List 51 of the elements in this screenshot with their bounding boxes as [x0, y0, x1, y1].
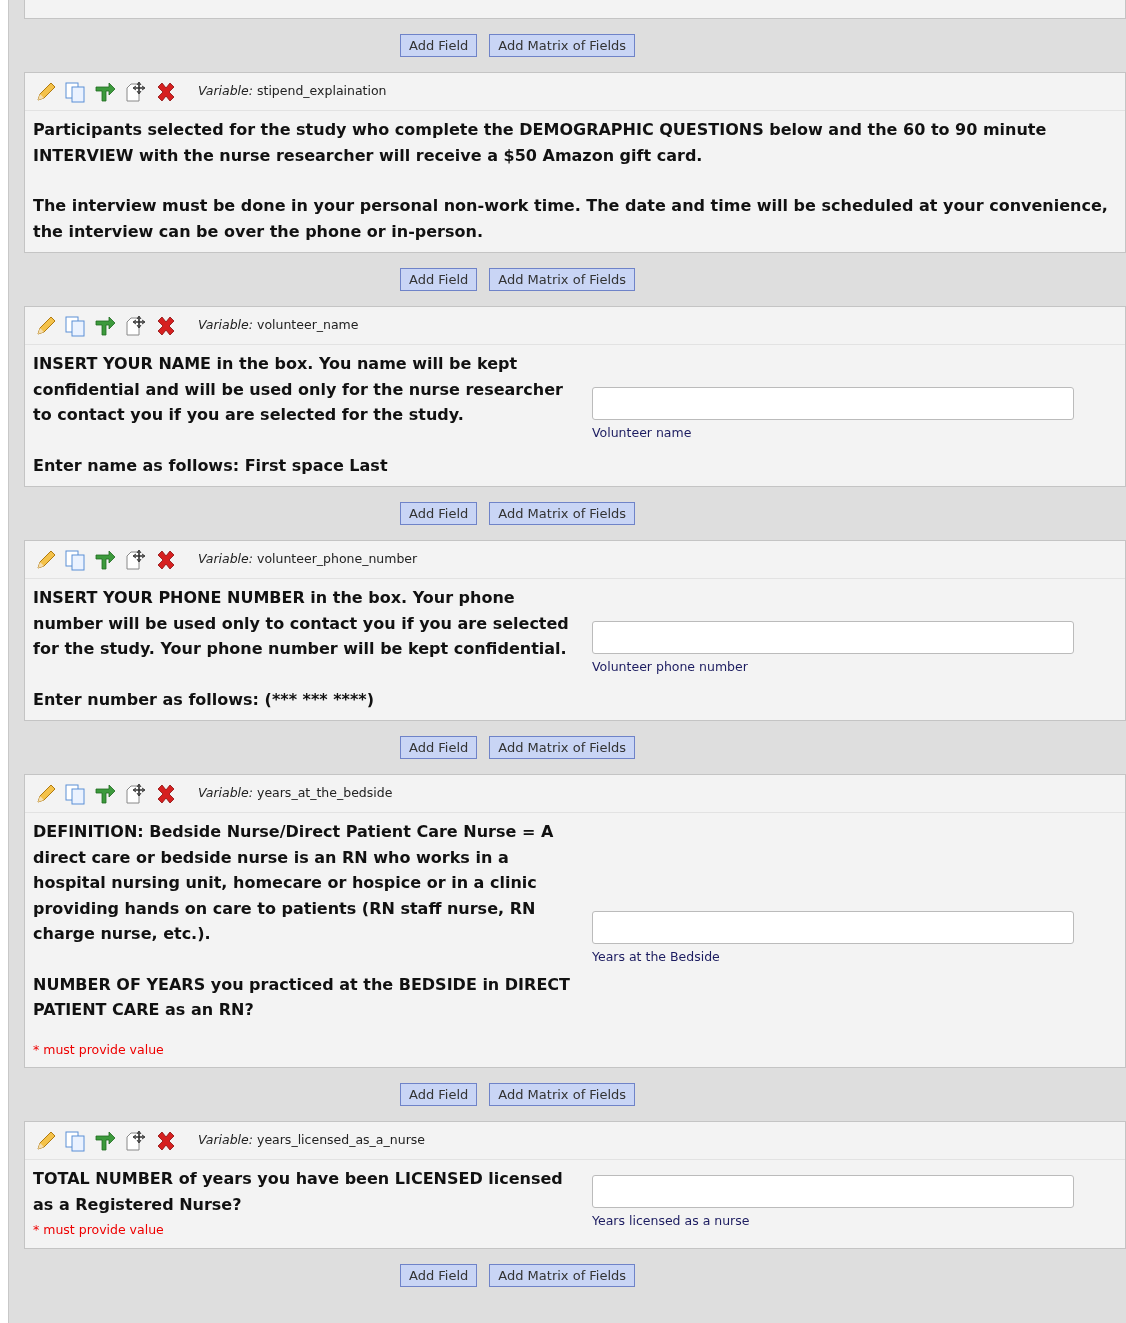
- variable-name: Variable: stipend_explaination: [198, 82, 387, 101]
- add-matrix-button[interactable]: Add Matrix of Fields: [489, 736, 636, 759]
- branching-arrow-icon[interactable]: [94, 1129, 116, 1152]
- branching-arrow-icon[interactable]: [94, 80, 116, 103]
- field-label: Enter number as follows: (*** *** ****): [33, 688, 375, 711]
- add-field-button[interactable]: Add Field: [400, 1264, 478, 1287]
- field-note: Volunteer name: [592, 423, 693, 442]
- move-icon[interactable]: [124, 314, 146, 337]
- add-field-button[interactable]: Add Field: [400, 502, 478, 525]
- field-label: NUMBER OF YEARS you practiced at the BEDSIDE in DIRECT PATIENT CARE as an RN?: [33, 973, 571, 1021]
- field-label: Enter name as follows: First space Last: [33, 454, 389, 477]
- add-field-button[interactable]: Add Field: [400, 268, 478, 291]
- required-note: * must provide value: [33, 1040, 165, 1059]
- field-label: TOTAL NUMBER of years you have been LICENSED licensed as a Registered Nurse?: [33, 1168, 564, 1216]
- field-label: Participants selected for the study who complete the DEMOGRAPHIC QUESTIONS below and the 60 to 90 minute INTERVIEW with the nurse researcher will receive a $50 Amazon gift card.: [33, 119, 1048, 167]
- add-field-button[interactable]: Add Field: [400, 1083, 478, 1107]
- edit-pencil-icon[interactable]: [34, 314, 56, 337]
- move-icon[interactable]: [124, 80, 146, 103]
- text-input-field[interactable]: [592, 386, 1074, 420]
- variable-name: Variable: volunteer_phone_number: [198, 550, 418, 569]
- edit-pencil-icon[interactable]: [34, 1129, 56, 1152]
- add-field-button[interactable]: Add Field: [400, 736, 478, 759]
- move-icon[interactable]: [124, 782, 146, 805]
- field-note: Years licensed as a nurse: [592, 1212, 751, 1231]
- variable-name: Variable: years_licensed_as_a_nurse: [198, 1131, 425, 1150]
- branching-arrow-icon[interactable]: [94, 782, 116, 805]
- add-matrix-button[interactable]: Add Matrix of Fields: [489, 268, 636, 291]
- move-icon[interactable]: [124, 548, 146, 571]
- text-input-field[interactable]: [592, 1175, 1074, 1209]
- variable-name: Variable: volunteer_name: [198, 316, 359, 335]
- field-label: INSERT YOUR NAME in the box. You name will be kept confidential and will be used only for the nurse researcher to contact you if you are selected for the study.: [33, 353, 564, 426]
- branching-arrow-icon[interactable]: [94, 548, 116, 571]
- add-matrix-button[interactable]: Add Matrix of Fields: [489, 1264, 636, 1287]
- edit-pencil-icon[interactable]: [34, 80, 56, 103]
- field-label: DEFINITION: Bedside Nurse/Direct Patient Care Nurse = A direct care or bedside nurse is an RN who works in a hospital nursing unit, homecare or hospice or in a clinic providing hands on care to patients (RN staff nurse, RN charge nurse, etc.).: [33, 821, 555, 945]
- field-label: The interview must be done in your personal non-work time. The date and time will be scheduled at your convenience, the interview can be over the phone or in-person.: [33, 195, 1109, 243]
- move-icon[interactable]: [124, 1129, 146, 1152]
- field-note: Volunteer phone number: [592, 657, 749, 676]
- field-note: Years at the Bedside: [592, 948, 721, 967]
- add-matrix-button[interactable]: Add Matrix of Fields: [489, 502, 636, 525]
- edit-pencil-icon[interactable]: [34, 782, 56, 805]
- add-field-button[interactable]: Add Field: [400, 34, 478, 57]
- field-label: INSERT YOUR PHONE NUMBER in the box. Your phone number will be used only to contact you if you are selected for the study. Your phone number will be kept confidential.: [33, 587, 570, 660]
- required-note: * must provide value: [33, 1221, 165, 1240]
- text-input-field[interactable]: [592, 911, 1074, 945]
- add-matrix-button[interactable]: Add Matrix of Fields: [489, 34, 636, 57]
- edit-pencil-icon[interactable]: [34, 548, 56, 571]
- branching-arrow-icon[interactable]: [94, 314, 116, 337]
- variable-name: Variable: years_at_the_bedside: [198, 784, 393, 803]
- add-matrix-button[interactable]: Add Matrix of Fields: [489, 1083, 636, 1107]
- text-input-field[interactable]: [592, 620, 1074, 654]
